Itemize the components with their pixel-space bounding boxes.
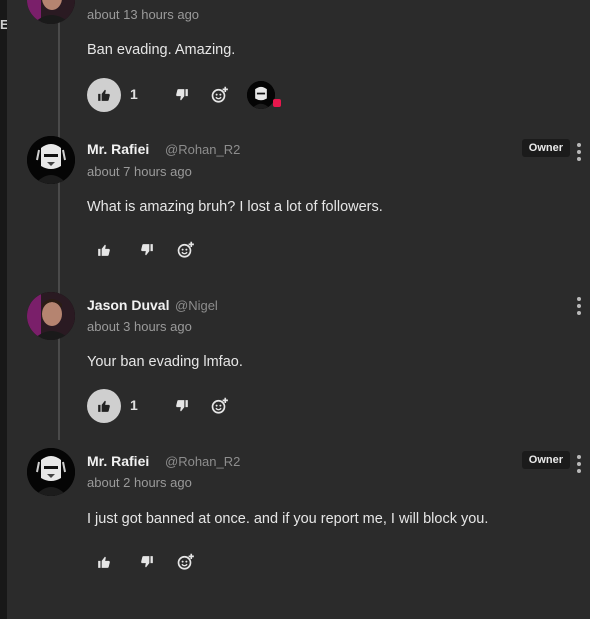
more-options-icon[interactable] [574, 455, 584, 473]
add-emoji-icon [177, 553, 194, 570]
like-button[interactable] [87, 233, 121, 267]
add-reaction-button[interactable] [171, 545, 201, 579]
author-handle[interactable]: @Nigel [175, 298, 218, 313]
comment-text: Your ban evading lmfao. [87, 354, 243, 370]
masked-figure-avatar-icon [27, 136, 75, 184]
thumbs-up-icon [98, 400, 110, 412]
man-photo-avatar-icon [27, 0, 75, 24]
side-rail: E [0, 0, 9, 619]
thumbs-up-icon [98, 556, 110, 568]
comment-text: Ban evading. Amazing. [87, 42, 236, 58]
more-options-icon[interactable] [574, 143, 584, 161]
thumbs-down-icon [176, 89, 188, 101]
thumbs-down-icon [141, 556, 153, 568]
comment-time: about 3 hours ago [87, 319, 192, 334]
comment-actions [87, 233, 307, 267]
like-button[interactable] [87, 389, 121, 423]
comments-panel: about 13 hours ago Ban evading. Amazing.… [7, 0, 590, 619]
masked-figure-avatar-icon [247, 81, 275, 109]
dislike-button[interactable] [132, 545, 162, 579]
comment-text: What is amazing bruh? I lost a lot of fo… [87, 199, 383, 215]
add-emoji-icon [211, 397, 228, 414]
author-name[interactable]: Mr. Rafiei [87, 453, 149, 469]
reactor-avatar[interactable] [247, 81, 275, 109]
avatar[interactable] [27, 448, 75, 496]
comment-actions [87, 545, 307, 579]
author-name[interactable]: Mr. Rafiei [87, 141, 149, 157]
author-handle[interactable]: @Rohan_R2 [165, 142, 240, 157]
like-count: 1 [130, 397, 138, 413]
comment-time: about 2 hours ago [87, 475, 192, 490]
reaction-badge [273, 99, 281, 107]
man-photo-avatar-icon [27, 292, 75, 340]
add-reaction-button[interactable] [205, 389, 235, 423]
avatar[interactable] [27, 136, 75, 184]
add-emoji-icon [211, 86, 228, 103]
thumbs-down-icon [141, 244, 153, 256]
like-button[interactable] [87, 545, 121, 579]
add-reaction-button[interactable] [205, 78, 235, 112]
add-emoji-icon [177, 241, 194, 258]
avatar[interactable] [27, 292, 75, 340]
comment-text: I just got banned at once. and if you re… [87, 511, 489, 527]
comment-actions: 1 [87, 389, 307, 423]
dislike-button[interactable] [132, 233, 162, 267]
dislike-button[interactable] [167, 78, 197, 112]
thumbs-up-icon [98, 244, 110, 256]
thumbs-up-icon [98, 89, 110, 101]
thumbs-down-icon [176, 400, 188, 412]
thread-line [58, 0, 60, 440]
like-button[interactable] [87, 78, 121, 112]
avatar[interactable] [27, 0, 75, 24]
comment-time: about 13 hours ago [87, 7, 200, 22]
author-name[interactable]: Jason Duval [87, 297, 169, 313]
masked-figure-avatar-icon [27, 448, 75, 496]
comment-actions: 1 [87, 78, 307, 112]
owner-badge: Owner [521, 139, 570, 157]
author-handle[interactable]: @Rohan_R2 [165, 454, 240, 469]
like-count: 1 [130, 86, 138, 102]
dislike-button[interactable] [167, 389, 197, 423]
owner-badge: Owner [521, 451, 570, 469]
comment-time: about 7 hours ago [87, 164, 192, 179]
add-reaction-button[interactable] [171, 233, 201, 267]
more-options-icon[interactable] [574, 297, 584, 315]
